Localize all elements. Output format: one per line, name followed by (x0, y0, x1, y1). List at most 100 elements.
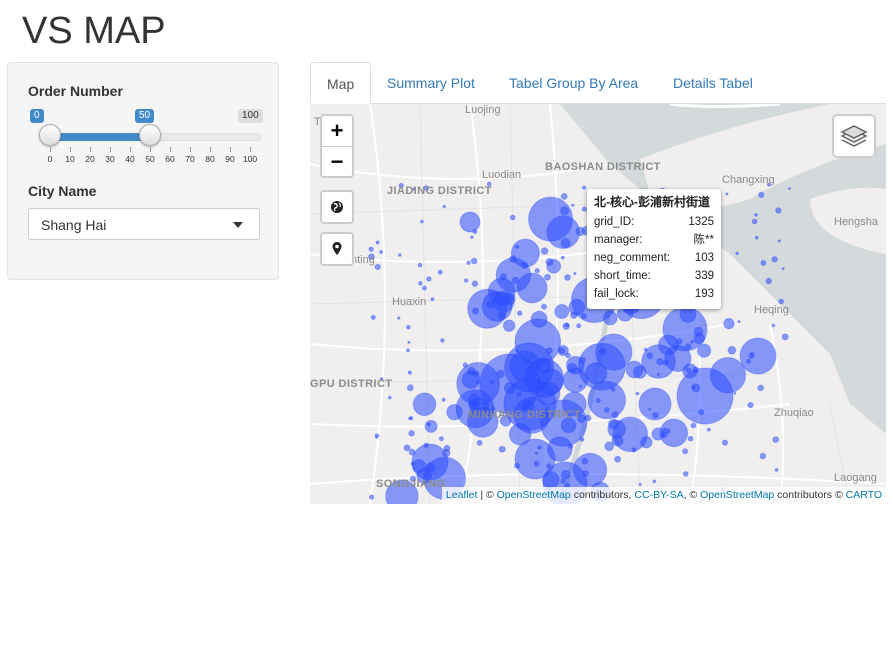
grid-marker[interactable] (516, 310, 523, 316)
grid-marker[interactable] (570, 311, 578, 319)
grid-marker[interactable] (587, 380, 626, 420)
grid-marker[interactable] (682, 471, 689, 477)
grid-marker[interactable] (725, 192, 729, 196)
grid-marker[interactable] (598, 348, 607, 356)
grid-marker[interactable] (757, 384, 765, 392)
grid-marker[interactable] (502, 319, 516, 332)
grid-marker[interactable] (374, 435, 378, 439)
grid-marker[interactable] (775, 207, 782, 214)
grid-marker[interactable] (751, 218, 758, 225)
grid-marker[interactable] (771, 256, 778, 263)
grid-marker[interactable] (407, 370, 413, 375)
grid-marker[interactable] (603, 407, 610, 413)
grid-marker[interactable] (765, 277, 773, 285)
grid-marker[interactable] (659, 418, 689, 448)
tab-map[interactable]: Map (310, 62, 372, 104)
grid-marker[interactable] (581, 206, 588, 212)
grid-marker[interactable] (772, 436, 780, 444)
grid-marker[interactable] (687, 435, 694, 442)
grid-marker[interactable] (571, 203, 575, 208)
grid-marker[interactable] (595, 397, 601, 404)
grid-marker[interactable] (560, 192, 568, 200)
grid-marker[interactable] (420, 219, 424, 224)
grid-marker[interactable] (733, 391, 737, 395)
grid-marker[interactable] (602, 310, 618, 326)
grid-marker[interactable] (459, 211, 481, 233)
tab-summary-plot[interactable]: Summary Plot (371, 62, 491, 104)
grid-marker[interactable] (585, 362, 608, 385)
grid-marker[interactable] (441, 397, 446, 402)
grid-marker[interactable] (534, 268, 540, 274)
grid-marker[interactable] (581, 313, 588, 320)
grid-marker[interactable] (424, 419, 438, 433)
grid-marker[interactable] (426, 276, 432, 282)
grid-marker[interactable] (540, 247, 549, 255)
grid-marker[interactable] (397, 316, 401, 320)
grid-marker[interactable] (568, 443, 574, 449)
grid-marker[interactable] (662, 306, 708, 352)
grid-marker[interactable] (723, 317, 735, 330)
grid-marker[interactable] (560, 255, 565, 260)
grid-marker[interactable] (417, 262, 423, 268)
grid-marker[interactable] (739, 337, 777, 375)
grid-marker[interactable] (476, 380, 480, 385)
grid-marker[interactable] (554, 304, 570, 319)
grid-marker[interactable] (515, 349, 519, 353)
grid-marker[interactable] (758, 191, 765, 199)
grid-marker[interactable] (476, 403, 481, 407)
slider-high-handle[interactable] (139, 124, 161, 146)
grid-marker[interactable] (614, 455, 622, 463)
grid-marker[interactable] (612, 416, 649, 453)
grid-marker[interactable] (545, 347, 553, 354)
grid-marker[interactable] (676, 367, 734, 425)
grid-marker[interactable] (573, 271, 577, 276)
grid-marker[interactable] (582, 185, 587, 190)
grid-marker[interactable] (406, 324, 411, 330)
grid-marker[interactable] (470, 235, 474, 239)
grid-marker[interactable] (564, 322, 570, 328)
grid-marker[interactable] (409, 416, 414, 421)
grid-marker[interactable] (747, 401, 754, 409)
zoom-in-button[interactable]: + (322, 116, 352, 146)
grid-marker[interactable] (631, 447, 637, 453)
grid-marker[interactable] (408, 430, 415, 437)
grid-marker[interactable] (579, 437, 585, 442)
grid-marker[interactable] (368, 246, 374, 252)
grid-marker[interactable] (754, 213, 758, 217)
grid-marker[interactable] (498, 445, 506, 453)
grid-marker[interactable] (470, 257, 478, 265)
grid-marker[interactable] (412, 392, 437, 417)
grid-marker[interactable] (422, 285, 428, 291)
grid-marker[interactable] (706, 427, 711, 432)
grid-marker[interactable] (771, 323, 776, 328)
grid-marker[interactable] (754, 235, 759, 240)
globe-button[interactable] (320, 190, 354, 224)
layers-button[interactable] (832, 114, 876, 158)
grid-marker[interactable] (471, 307, 480, 315)
grid-marker[interactable] (476, 439, 483, 446)
grid-marker[interactable] (511, 276, 520, 285)
grid-marker[interactable] (430, 297, 435, 302)
grid-marker[interactable] (442, 204, 447, 209)
grid-marker[interactable] (638, 482, 642, 487)
grid-marker[interactable] (604, 441, 615, 452)
grid-marker[interactable] (406, 384, 414, 392)
grid-marker[interactable] (411, 443, 449, 481)
grid-marker[interactable] (418, 281, 423, 286)
map-view[interactable]: Luojing TANG BAOSHAN DISTRICT Changxing … (310, 104, 886, 504)
grid-marker[interactable] (398, 253, 402, 257)
grid-marker[interactable] (625, 360, 644, 379)
grid-marker[interactable] (682, 448, 689, 455)
grid-marker[interactable] (656, 357, 664, 366)
grid-marker[interactable] (440, 338, 445, 343)
grid-marker[interactable] (774, 467, 779, 472)
grid-marker[interactable] (664, 428, 671, 434)
osm-link[interactable]: OpenStreetMap (497, 489, 571, 501)
grid-marker[interactable] (584, 414, 592, 422)
tab-details-tabel[interactable]: Details Tabel (657, 62, 769, 104)
grid-marker[interactable] (721, 439, 729, 446)
grid-marker[interactable] (472, 370, 480, 378)
grid-marker[interactable] (781, 333, 789, 341)
grid-marker[interactable] (546, 215, 580, 249)
grid-marker[interactable] (437, 269, 443, 275)
